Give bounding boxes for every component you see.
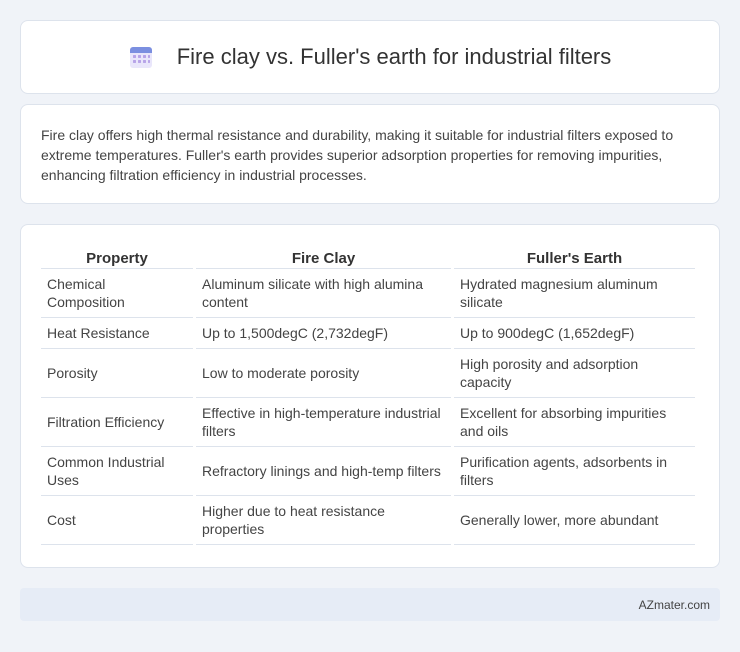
table-row: Cost Higher due to heat resistance prope… <box>41 496 695 545</box>
summary-card: Fire clay offers high thermal resistance… <box>20 104 720 204</box>
title-wrap: Fire clay vs. Fuller's earth for industr… <box>129 44 612 70</box>
footer-brand: AZmater.com <box>638 597 710 612</box>
table-card: Property Fire Clay Fuller's Earth Chemic… <box>20 224 720 568</box>
footer: AZmater.com <box>20 588 720 621</box>
table-cell: Heat Resistance <box>41 318 193 349</box>
table-header-row: Property Fire Clay Fuller's Earth <box>41 245 695 269</box>
table-cell: Cost <box>41 496 193 545</box>
table-cell: Excellent for absorbing impurities and o… <box>454 398 695 447</box>
table-cell: Up to 1,500degC (2,732degF) <box>196 318 451 349</box>
table-cell: Higher due to heat resistance properties <box>196 496 451 545</box>
summary-text: Fire clay offers high thermal resistance… <box>41 127 674 183</box>
table-cell: Porosity <box>41 349 193 398</box>
table-row: Common Industrial Uses Refractory lining… <box>41 447 695 496</box>
table-row: Chemical Composition Aluminum silicate w… <box>41 269 695 318</box>
table-cell: Up to 900degC (1,652degF) <box>454 318 695 349</box>
column-header-fire-clay: Fire Clay <box>196 245 451 269</box>
title-card: Fire clay vs. Fuller's earth for industr… <box>20 20 720 94</box>
table-cell: Effective in high-temperature industrial… <box>196 398 451 447</box>
table-cell: Hydrated magnesium aluminum silicate <box>454 269 695 318</box>
table-cell: Common Industrial Uses <box>41 447 193 496</box>
table-row: Heat Resistance Up to 1,500degC (2,732de… <box>41 318 695 349</box>
table-cell: Low to moderate porosity <box>196 349 451 398</box>
table-cell: Chemical Composition <box>41 269 193 318</box>
table-row: Filtration Efficiency Effective in high-… <box>41 398 695 447</box>
calendar-icon <box>129 47 152 68</box>
column-header-property: Property <box>41 245 193 269</box>
table-cell: Filtration Efficiency <box>41 398 193 447</box>
comparison-table: Property Fire Clay Fuller's Earth Chemic… <box>38 245 698 545</box>
table-cell: Generally lower, more abundant <box>454 496 695 545</box>
table-cell: Aluminum silicate with high alumina cont… <box>196 269 451 318</box>
table-cell: Refractory linings and high-temp filters <box>196 447 451 496</box>
table-cell: High porosity and adsorption capacity <box>454 349 695 398</box>
column-header-fullers-earth: Fuller's Earth <box>454 245 695 269</box>
page-title: Fire clay vs. Fuller's earth for industr… <box>176 44 612 69</box>
table-row: Porosity Low to moderate porosity High p… <box>41 349 695 398</box>
table-cell: Purification agents, adsorbents in filte… <box>454 447 695 496</box>
